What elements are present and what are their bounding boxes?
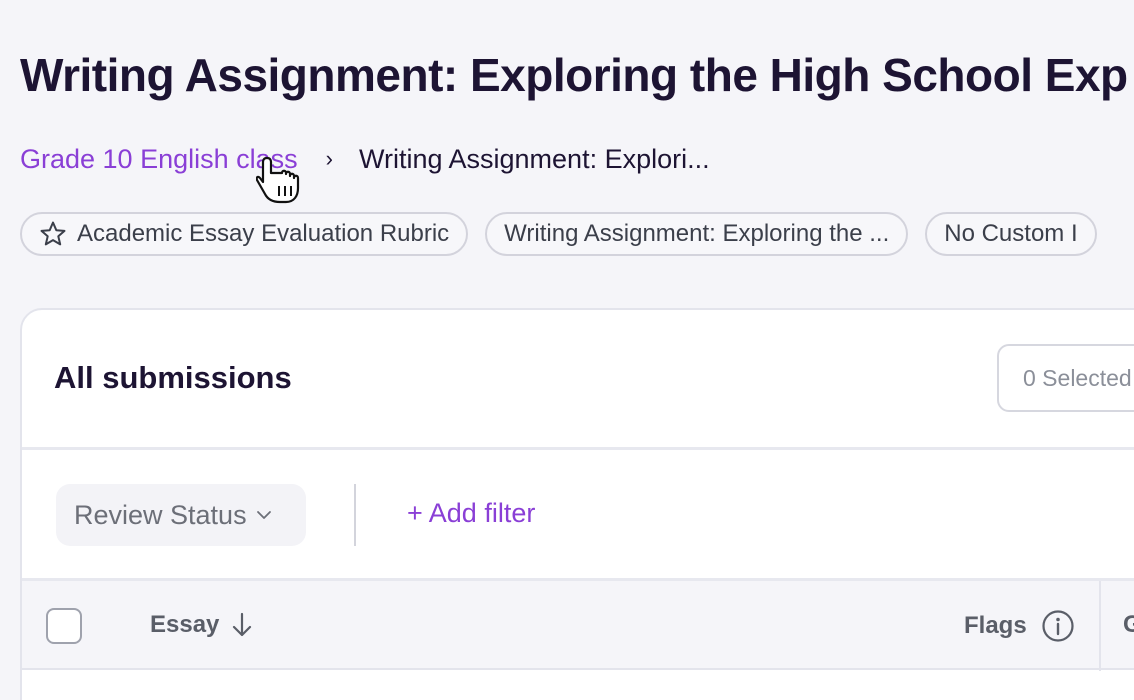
filter-divider [354, 484, 356, 546]
info-icon[interactable] [1041, 609, 1075, 643]
column-essay-label: Essay [150, 611, 220, 638]
column-flags-label: Flags [964, 612, 1027, 639]
page-title: Writing Assignment: Exploring the High S… [20, 49, 1128, 101]
submissions-header: All submissions 0 Selected [22, 310, 1134, 450]
filter-bar: Review Status + Add filter [22, 450, 1134, 580]
chip-assignment-label: Writing Assignment: Exploring the ... [504, 220, 890, 247]
column-essay[interactable]: Essay [150, 611, 253, 639]
column-flags: Flags [964, 609, 1075, 643]
chip-rubric-label: Academic Essay Evaluation Rubric [77, 220, 450, 247]
submissions-card: All submissions 0 Selected Review Status… [20, 308, 1134, 700]
add-filter-button[interactable]: + Add filter [407, 498, 535, 529]
breadcrumb: Grade 10 English class › Writing Assignm… [20, 142, 710, 176]
breadcrumb-parent-link[interactable]: Grade 10 English class [20, 144, 298, 175]
column-next[interactable]: G [1123, 611, 1134, 639]
chevron-down-icon [256, 511, 271, 519]
review-status-label: Review Status [74, 499, 247, 530]
chip-custom-label: No Custom I [944, 220, 1078, 247]
chip-assignment[interactable]: Writing Assignment: Exploring the ... [485, 212, 909, 256]
select-all-checkbox[interactable] [46, 608, 82, 644]
chip-custom[interactable]: No Custom I [925, 212, 1097, 256]
table-header: Essay Flags G [22, 578, 1134, 671]
breadcrumb-current: Writing Assignment: Explori... [358, 143, 710, 174]
page: Writing Assignment: Exploring the High S… [0, 0, 1134, 700]
sort-down-arrow-icon[interactable] [231, 611, 253, 639]
breadcrumb-separator: › [325, 146, 333, 171]
chip-rubric[interactable]: Academic Essay Evaluation Rubric [20, 212, 469, 256]
review-status-filter[interactable]: Review Status [56, 484, 306, 546]
rubric-chips: Academic Essay Evaluation Rubric Writing… [20, 212, 1097, 256]
selected-count-button[interactable]: 0 Selected [997, 344, 1134, 412]
column-divider [1099, 581, 1101, 671]
submissions-title: All submissions [54, 360, 292, 395]
star-icon[interactable] [39, 220, 67, 248]
